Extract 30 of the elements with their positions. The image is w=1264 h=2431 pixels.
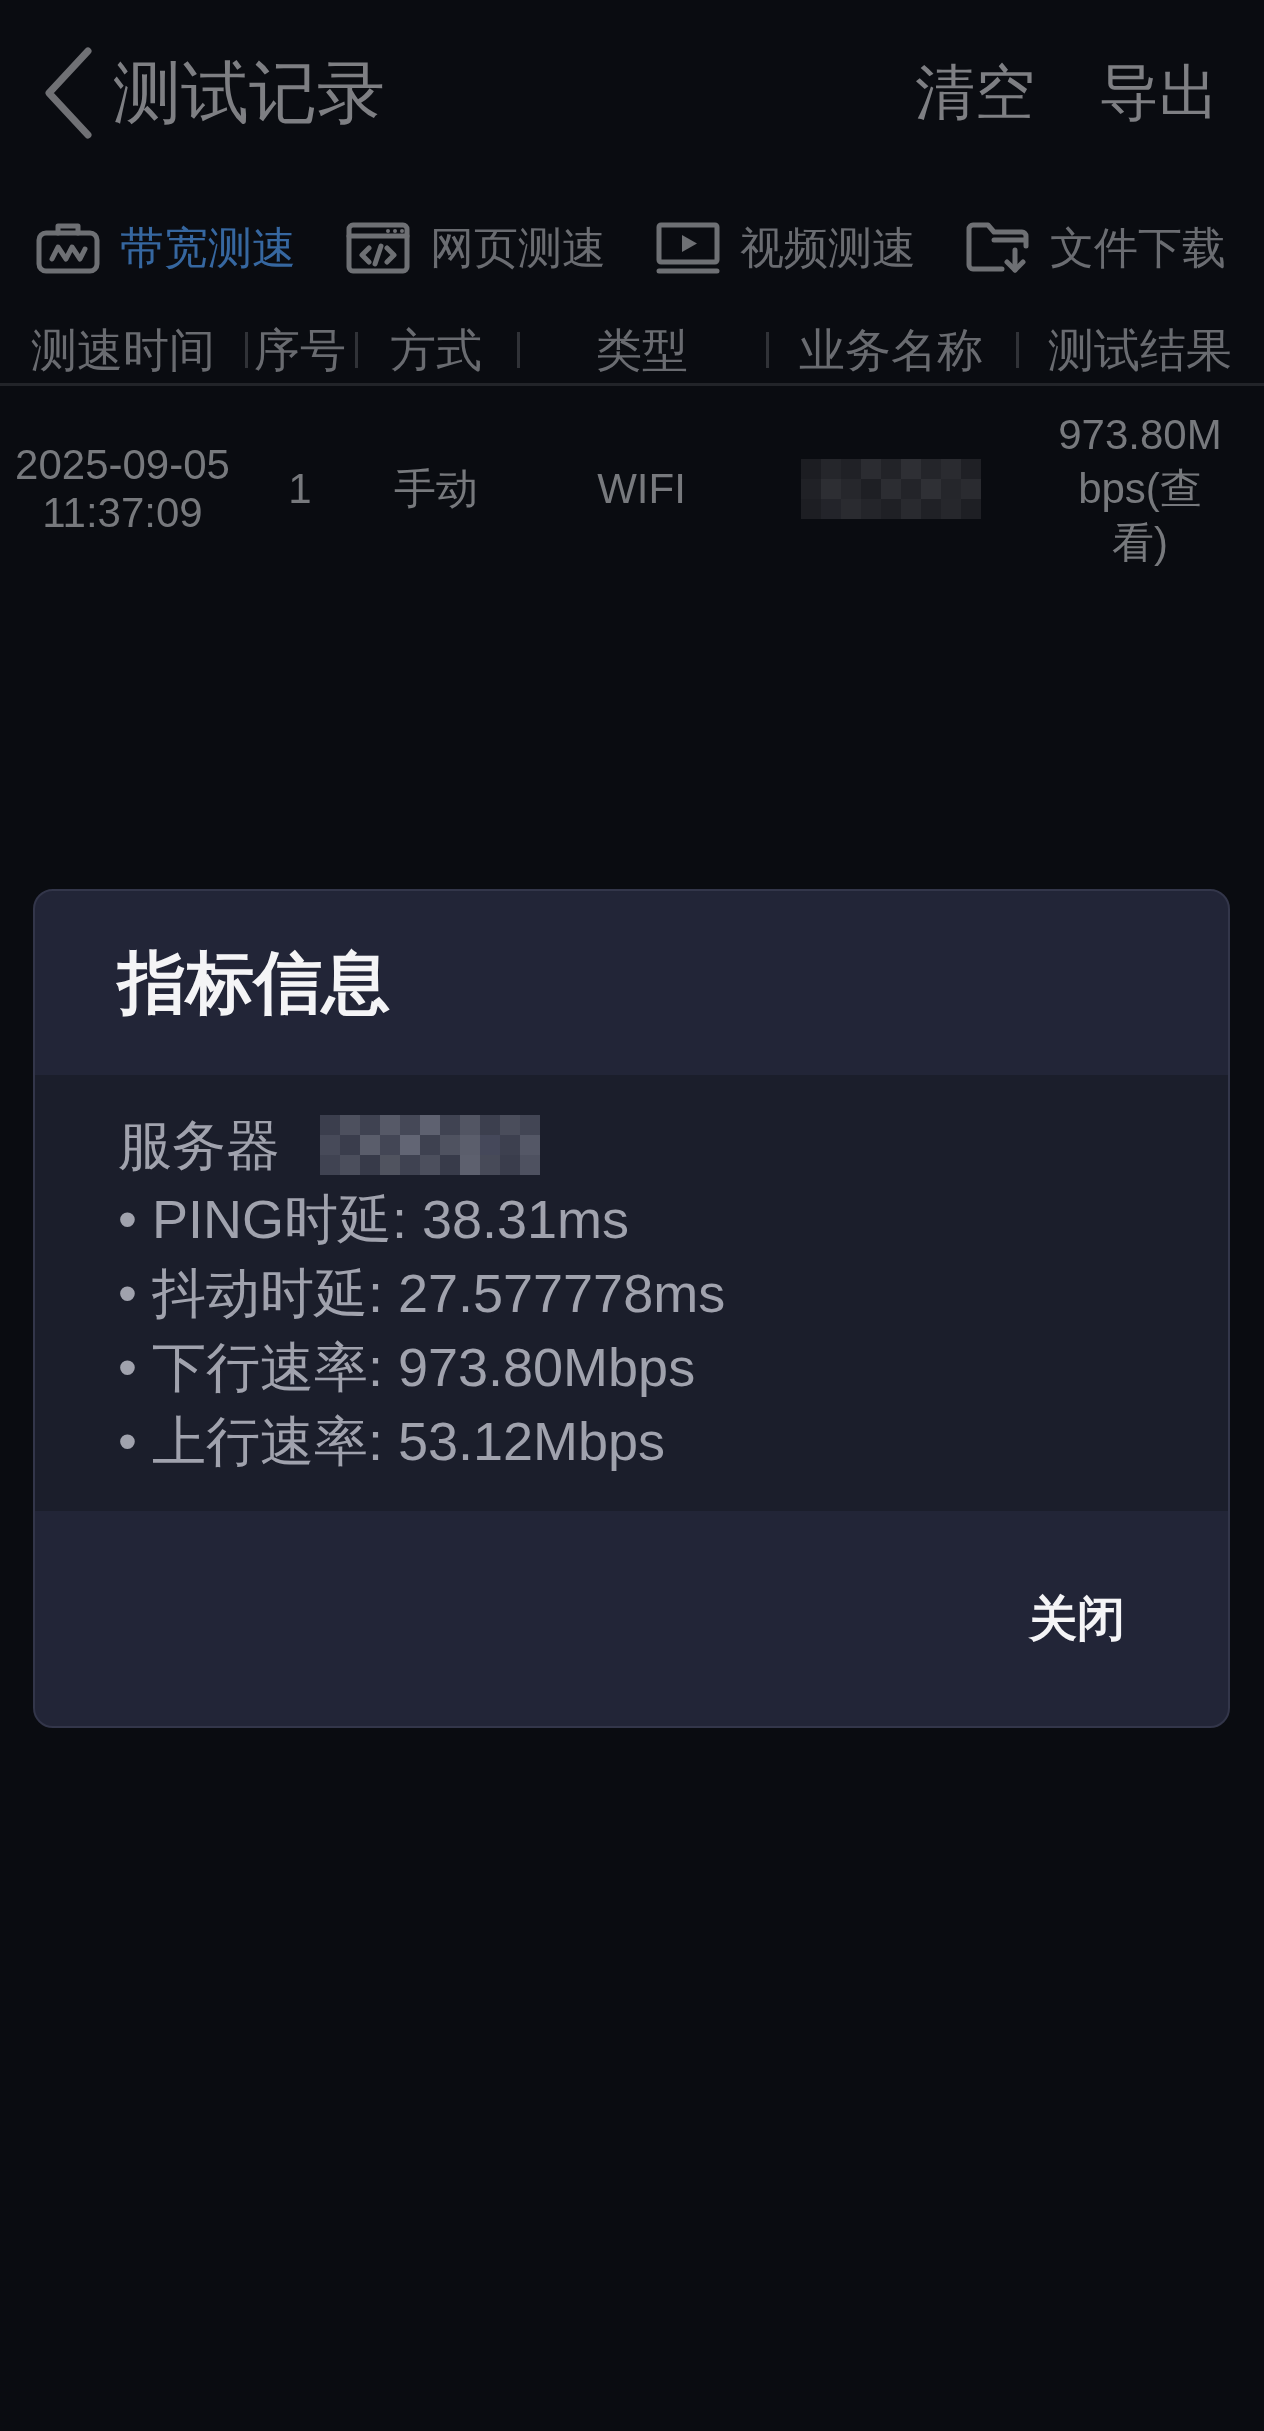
column-header: 类型: [595, 322, 688, 378]
result-cell[interactable]: 973.80Mbps(查看): [1054, 408, 1226, 570]
dialog-title: 指标信息: [118, 943, 390, 1023]
code-window-icon: [346, 222, 410, 274]
column-header: 业务名称: [799, 322, 983, 378]
back-button[interactable]: [42, 46, 94, 140]
metric-line: • 上行速率: 53.12Mbps: [118, 1410, 666, 1473]
table-cell: 手动: [394, 465, 478, 513]
column-header: 方式: [390, 322, 482, 378]
column-header: 测试结果: [1048, 322, 1232, 378]
header-action-button[interactable]: 清空: [915, 57, 1035, 129]
category-tab[interactable]: 视频测速: [656, 221, 916, 275]
category-tab[interactable]: 网页测速: [346, 221, 606, 275]
category-tab[interactable]: 带宽测速: [36, 221, 296, 275]
column-header: 序号: [254, 322, 346, 378]
play-screen-icon: [656, 222, 720, 274]
server-label: 服务器: [118, 1114, 280, 1177]
metric-line: • 下行速率: 973.80Mbps: [118, 1336, 696, 1399]
column-header: 测速时间: [30, 322, 215, 378]
table-cell: 2025-09-05 11:37:09: [15, 441, 230, 537]
page-title: 测试记录: [113, 53, 385, 133]
category-tab[interactable]: 文件下载: [966, 221, 1226, 275]
table-cell: WIFI: [597, 465, 686, 513]
briefcase-icon: [36, 222, 100, 274]
table-cell: 1: [288, 465, 312, 513]
metric-line: • 抖动时延: 27.577778ms: [118, 1262, 726, 1325]
header-action-button[interactable]: 导出: [1099, 57, 1219, 129]
chevron-left-icon: [42, 46, 94, 140]
close-button[interactable]: 关闭: [1029, 1589, 1125, 1648]
metric-line: • PING时延: 38.31ms: [118, 1188, 630, 1251]
